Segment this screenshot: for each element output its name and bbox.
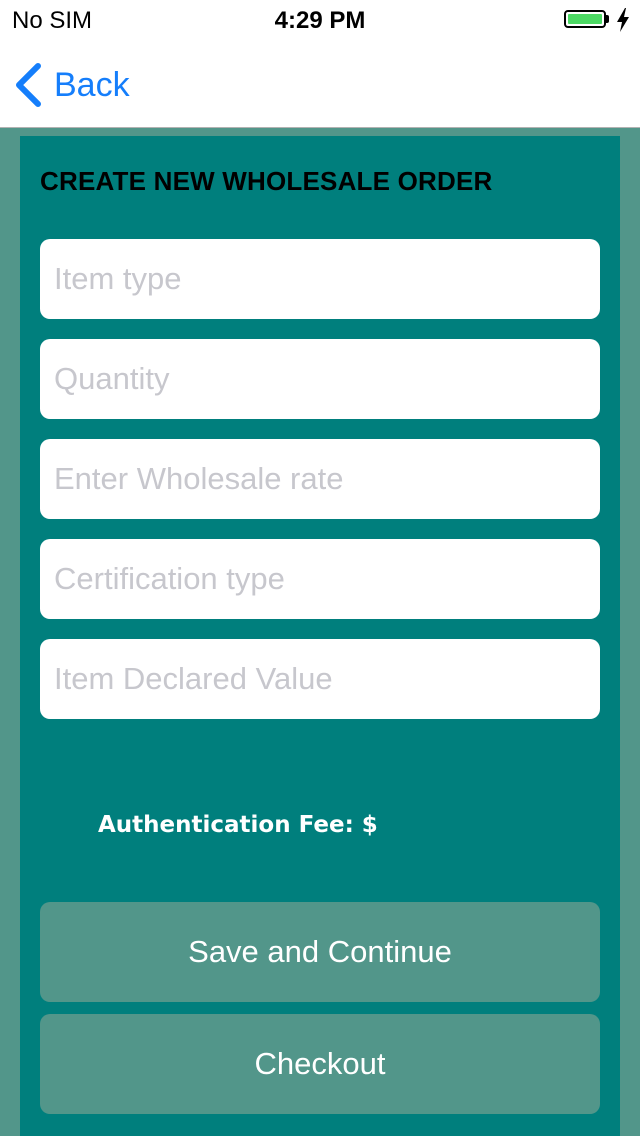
status-time: 4:29 PM <box>274 7 366 34</box>
back-label: Back <box>54 65 130 104</box>
authentication-fee-label: Authentication Fee: $ <box>98 812 378 838</box>
form-title: CREATE NEW WHOLESALE ORDER <box>40 166 493 196</box>
wholesale-rate-input[interactable] <box>40 439 600 519</box>
item-type-input[interactable] <box>40 239 600 319</box>
navigation-bar: Back <box>0 40 640 128</box>
chevron-left-icon <box>16 63 41 107</box>
certification-type-input[interactable] <box>40 539 600 619</box>
save-and-continue-button[interactable]: Save and Continue <box>40 902 600 1002</box>
battery-level <box>568 14 602 24</box>
checkout-button[interactable]: Checkout <box>40 1014 600 1114</box>
back-button[interactable]: Back <box>14 62 130 108</box>
charging-icon <box>617 8 629 32</box>
order-form-panel: CREATE NEW WHOLESALE ORDER Authenticatio… <box>20 136 620 1136</box>
status-bar: No SIM 4:29 PM <box>0 0 640 40</box>
battery-icon <box>564 10 606 28</box>
item-declared-value-input[interactable] <box>40 639 600 719</box>
battery-nub <box>606 15 609 23</box>
quantity-input[interactable] <box>40 339 600 419</box>
